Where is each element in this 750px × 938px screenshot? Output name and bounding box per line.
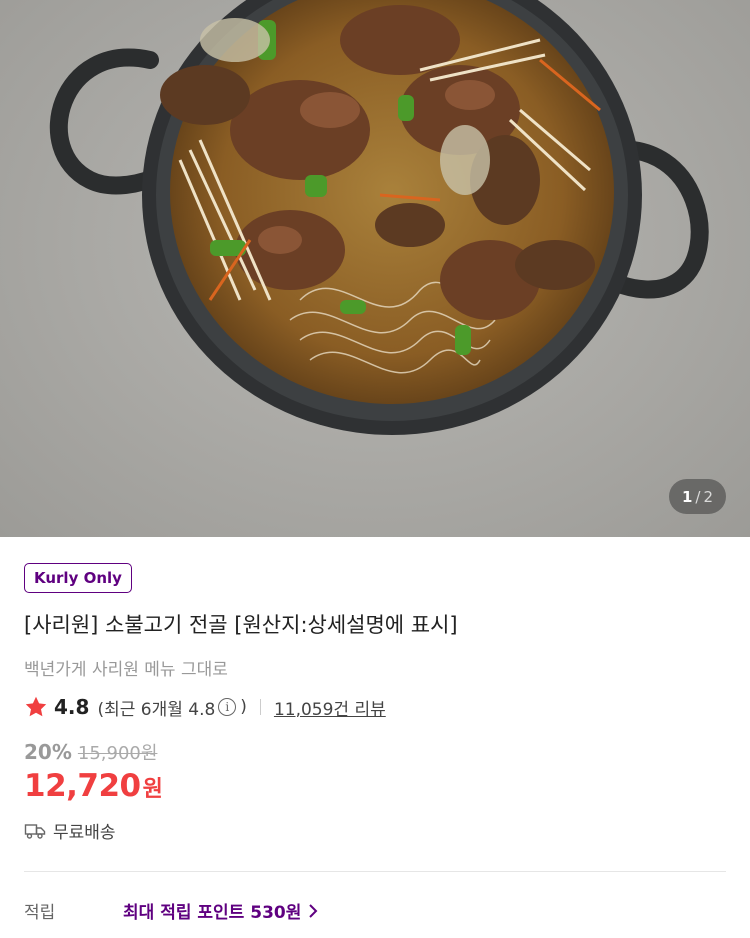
rating-divider (259, 699, 261, 715)
product-image[interactable]: 1 / 2 (0, 0, 750, 537)
star-icon (25, 696, 47, 717)
sale-price: 12,720 (24, 768, 141, 804)
product-subtitle: 백년가게 사리원 메뉴 그대로 (24, 660, 228, 680)
currency-unit: 원 (142, 777, 163, 802)
image-counter-current: 1 (681, 487, 693, 506)
section-divider (24, 871, 726, 872)
info-icon[interactable]: i (218, 698, 237, 716)
discount-rate: 20% (24, 740, 72, 764)
image-counter-separator: / (695, 487, 701, 506)
discount-row: 20% 15,900원 (24, 739, 157, 765)
truck-icon (24, 823, 46, 839)
points-value[interactable]: 최대 적립 포인트 530원 (123, 898, 301, 923)
recent-rating: (최근 6개월 4.8 i ) (97, 695, 247, 720)
rating-score: 4.8 (54, 695, 90, 719)
shipping-info: 무료배송 (24, 818, 116, 843)
points-label: 적립 (24, 903, 56, 923)
recent-rating-text: (최근 6개월 4.8 (97, 699, 216, 720)
shipping-label: 무료배송 (53, 823, 116, 843)
sale-price-row: 12,720 원 (24, 768, 163, 804)
kurly-only-badge: Kurly Only (24, 563, 132, 593)
reviews-link[interactable]: 11,059건 리뷰 (274, 695, 386, 720)
original-price: 15,900원 (77, 743, 158, 764)
chevron-right-icon[interactable] (307, 903, 319, 919)
product-title: [사리원] 소불고기 전골 [원산지:상세설명에 표시] (24, 613, 458, 637)
hotpot-photo (49, 0, 709, 435)
rating-row: 4.8 (최근 6개월 4.8 i ) 11,059건 리뷰 (24, 692, 386, 722)
image-counter: 1 / 2 (669, 479, 726, 514)
recent-rating-close: ) (240, 697, 247, 717)
points-row[interactable]: 적립 최대 적립 포인트 530원 (24, 898, 726, 923)
image-counter-total: 2 (703, 487, 714, 506)
